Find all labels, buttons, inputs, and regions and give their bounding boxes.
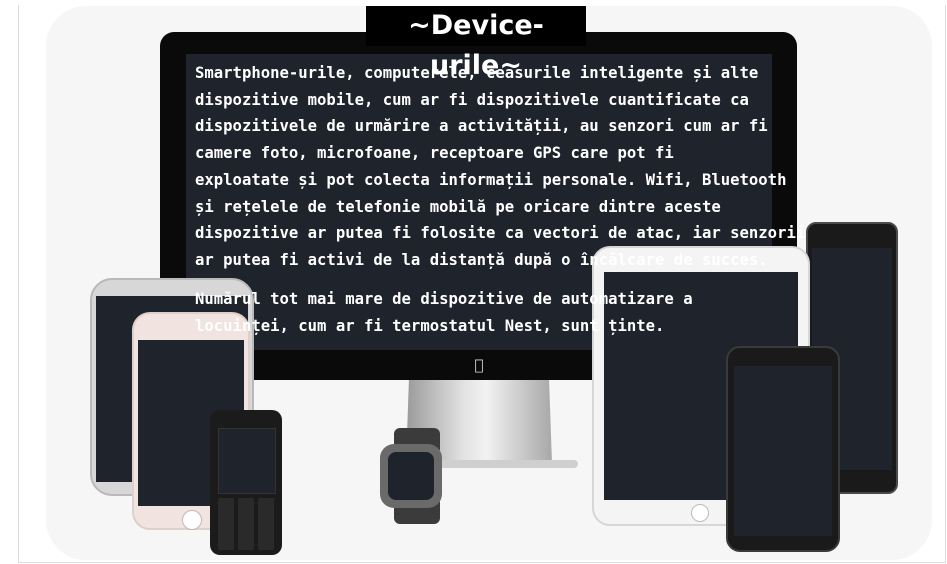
paragraph-line: dispozitive mobile, cum ar fi dispozitiv… xyxy=(195,90,749,109)
smartwatch-screen xyxy=(388,452,434,500)
paragraph-line: Numărul tot mai mare de dispozitive de a… xyxy=(195,290,693,308)
paragraph-line: Smartphone-urile, computerele, ceasurile… xyxy=(195,64,759,82)
ipad-home-button xyxy=(691,504,709,522)
paragraph-line: locuinței, cum ar fi termostatul Nest, s… xyxy=(195,316,665,335)
paragraph-devices: Smartphone-urile, computerele, ceasurile… xyxy=(195,60,805,274)
paragraph-line: exploatate și pot colecta informații per… xyxy=(195,170,787,189)
apple-logo-icon:  xyxy=(470,356,488,374)
feature-phone-keypad xyxy=(218,498,274,550)
paragraph-line: dispozitivele de urmărire a activității,… xyxy=(195,117,768,136)
slide-title: ~Device-urile~ xyxy=(366,6,586,81)
paragraph-line: dispozitive ar putea fi folosite ca vect… xyxy=(195,224,806,243)
iphone-home-button xyxy=(182,510,202,530)
paragraph-line: camere foto, microfoane, receptoare GPS … xyxy=(195,144,674,163)
feature-phone-screen xyxy=(218,428,276,494)
paragraph-line: și rețelele de telefonie mobilă pe orica… xyxy=(195,197,721,216)
nexus-phone-screen xyxy=(734,366,832,536)
paragraph-line: ar putea fi activi de la distanță după o… xyxy=(195,250,768,269)
paragraph-home-automation: Numărul tot mai mare de dispozitive de a… xyxy=(195,286,693,339)
